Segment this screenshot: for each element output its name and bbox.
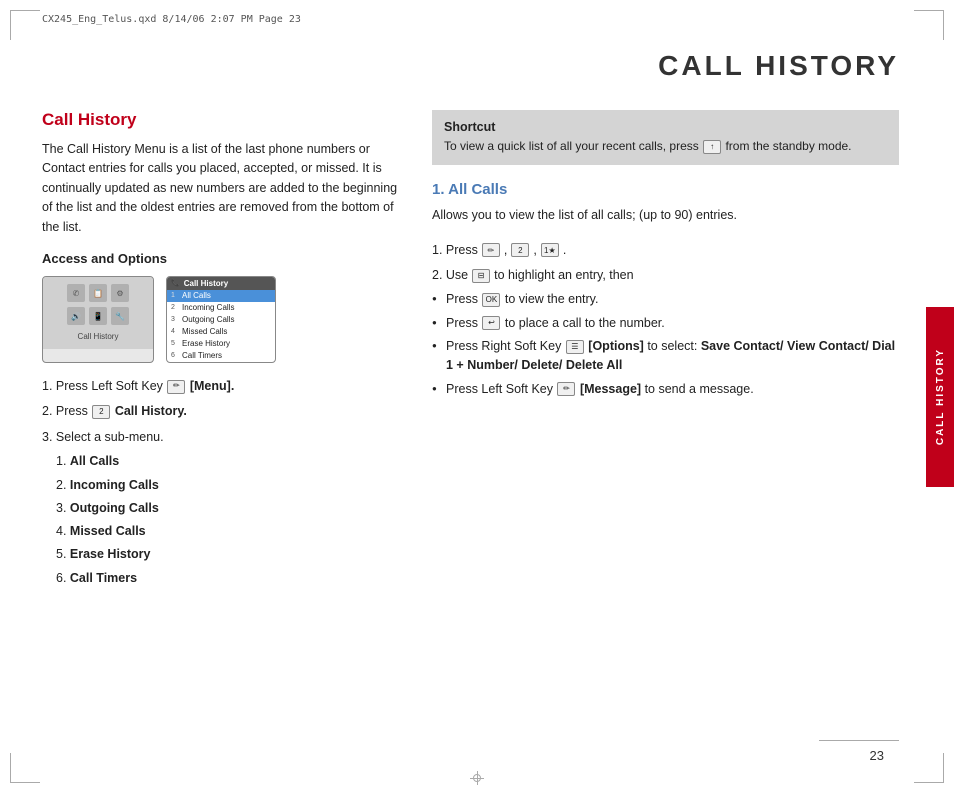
- steps-text: 1. Press Left Soft Key ✏ [Menu]. 2. Pres…: [42, 375, 402, 449]
- left-column: Call History The Call History Menu is a …: [42, 110, 402, 591]
- two-column-layout: Call History The Call History Menu is a …: [42, 110, 899, 591]
- menu-item-6-label: Call Timers: [182, 351, 222, 360]
- menu-item-5: 5 Erase History: [167, 338, 275, 350]
- menu-title-text: Call History: [184, 279, 228, 288]
- step-2: 2. Press 2 Call History.: [42, 400, 402, 423]
- menu-item-3-label: Outgoing Calls: [182, 315, 234, 324]
- all-calls-step1: 1. Press ✏ , 2 , 1★ .: [432, 240, 899, 261]
- bullet-3: Press Right Soft Key ☰ [Options] to sele…: [432, 337, 899, 376]
- bullet-2: Press ↩ to place a call to the number.: [432, 314, 899, 333]
- print-info: CX245_Eng_Telus.qxd 8/14/06 2:07 PM Page…: [42, 14, 301, 25]
- corner-mark-br: [914, 753, 944, 783]
- key-options: ☰: [566, 340, 584, 354]
- body-text: The Call History Menu is a list of the l…: [42, 140, 402, 237]
- shortcut-key-icon: ↑: [703, 140, 721, 154]
- step-3: 3. Select a sub-menu.: [42, 426, 402, 449]
- call-history-label-top: Call History: [78, 332, 119, 341]
- horizontal-rule: [819, 740, 899, 741]
- phone-icon-4: 🔊: [67, 307, 85, 325]
- phone-icon-3: ⚙: [111, 284, 129, 302]
- step1-text: 1. Press: [432, 240, 478, 261]
- shortcut-title: Shortcut: [444, 120, 887, 134]
- phone-icon-2: 📋: [89, 284, 107, 302]
- key-message: ✏: [557, 382, 575, 396]
- menu-item-2: 2 Incoming Calls: [167, 302, 275, 314]
- menu-item-2-label: Incoming Calls: [182, 303, 234, 312]
- shortcut-box: Shortcut To view a quick list of all you…: [432, 110, 899, 165]
- phone-icon-6: 🔧: [111, 307, 129, 325]
- sub-menu-item-4: 4. Missed Calls: [56, 521, 402, 542]
- key-nav: ⊟: [472, 269, 490, 283]
- menu-item-6: 6 Call Timers: [167, 350, 275, 362]
- all-calls-desc: Allows you to view the list of all calls…: [432, 206, 899, 225]
- menu-key-icon: ✏: [167, 380, 185, 394]
- bullet-4: Press Left Soft Key ✏ [Message] to send …: [432, 380, 899, 399]
- corner-mark-bl: [10, 753, 40, 783]
- sub-menu-item-3: 3. Outgoing Calls: [56, 498, 402, 519]
- key-pencil: ✏: [482, 243, 500, 257]
- menu-item-1: 1 All Calls: [167, 290, 275, 302]
- sub-menu-item-5: 5. Erase History: [56, 544, 402, 565]
- side-tab: CALL HISTORY: [926, 307, 954, 487]
- key-2-icon: 2: [92, 405, 110, 419]
- menu-item-5-label: Erase History: [182, 339, 230, 348]
- center-crosshair: [470, 771, 484, 785]
- page-number: 23: [870, 748, 884, 763]
- phone-menu-image: 📞 Call History 1 All Calls 2 Incoming Ca…: [166, 276, 276, 363]
- key-2abc: 2: [511, 243, 529, 257]
- key-call: ↩: [482, 316, 500, 330]
- corner-mark-tl: [10, 10, 40, 40]
- step2-text2: to highlight an entry, then: [494, 265, 633, 286]
- step1-comma1: ,: [504, 240, 507, 261]
- bullet-1: Press OK to view the entry.: [432, 290, 899, 309]
- step1-period: .: [563, 240, 566, 261]
- phone-icon-5: 📱: [89, 307, 107, 325]
- corner-mark-tr: [914, 10, 944, 40]
- sub-menu-item-2: 2. Incoming Calls: [56, 475, 402, 496]
- step1-comma2: ,: [533, 240, 536, 261]
- menu-item-4-label: Missed Calls: [182, 327, 227, 336]
- menu-item-3: 3 Outgoing Calls: [167, 314, 275, 326]
- all-calls-step2: 2. Use ⊟ to highlight an entry, then: [432, 265, 899, 286]
- menu-item-1-label: All Calls: [182, 291, 211, 300]
- phone-top-image: ✆ 📋 ⚙ 🔊 📱 🔧 Call History: [42, 276, 154, 363]
- key-ok: OK: [482, 293, 500, 307]
- main-content: CALL HISTORY Call History The Call Histo…: [42, 50, 899, 743]
- step-1: 1. Press Left Soft Key ✏ [Menu].: [42, 375, 402, 398]
- sub-menu-item-6: 6. Call Timers: [56, 568, 402, 589]
- right-column: Shortcut To view a quick list of all you…: [432, 110, 899, 591]
- all-calls-heading: 1. All Calls: [432, 181, 899, 198]
- key-1star: 1★: [541, 243, 559, 257]
- menu-item-4: 4 Missed Calls: [167, 326, 275, 338]
- shortcut-text: To view a quick list of all your recent …: [444, 138, 887, 155]
- menu-title-bar: 📞 Call History: [167, 277, 275, 290]
- side-tab-label: CALL HISTORY: [935, 348, 946, 445]
- phone-images-area: ✆ 📋 ⚙ 🔊 📱 🔧 Call History: [42, 276, 402, 363]
- section-heading: Call History: [42, 110, 402, 130]
- page-title: CALL HISTORY: [42, 50, 899, 82]
- bullet-list: Press OK to view the entry. Press ↩ to p…: [432, 290, 899, 399]
- access-options-heading: Access and Options: [42, 251, 402, 266]
- phone-icon-1: ✆: [67, 284, 85, 302]
- sub-menu-list: 1. All Calls 2. Incoming Calls 3. Outgoi…: [42, 451, 402, 589]
- sub-menu-item-1: 1. All Calls: [56, 451, 402, 472]
- step2-text1: 2. Use: [432, 265, 468, 286]
